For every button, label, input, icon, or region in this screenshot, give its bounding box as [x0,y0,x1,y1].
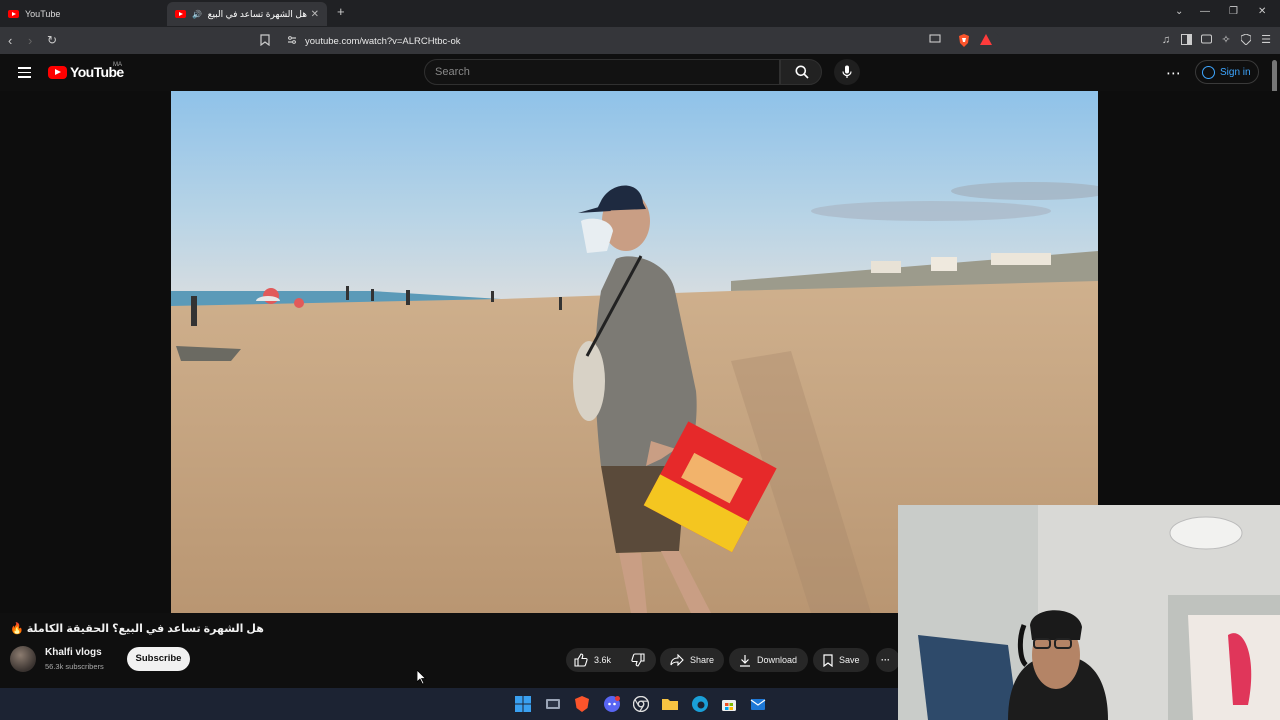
save-label: Save [839,655,860,665]
channel-avatar[interactable] [10,646,36,672]
windows-taskbar [0,688,898,720]
task-view-icon[interactable] [545,696,561,712]
subscriber-count: 56.3k subscribers [45,662,104,671]
subscribe-button[interactable]: Subscribe [127,647,190,671]
sign-in-button[interactable]: Sign in [1195,60,1259,84]
settings-kebab-icon[interactable]: ⋯ [1166,64,1181,82]
tab-title: YouTube [25,9,61,19]
dislike-button[interactable] [631,653,645,667]
share-label: Share [690,655,715,665]
tab-search-icon[interactable]: ⌄ [1175,6,1183,17]
tab-video[interactable]: 🔊 هل الشهرة تساعد في البيع؟ ال ✕ [167,2,327,26]
download-label: Download [757,655,798,665]
store-icon[interactable] [721,696,737,712]
site-settings-icon[interactable] [286,35,298,47]
edge-icon[interactable] [692,696,708,712]
download-button[interactable]: Download [729,648,808,672]
webcam-frame [898,505,1280,720]
account-icon [1202,65,1215,79]
menu-icon[interactable]: ☰ [1260,34,1272,46]
forward-icon[interactable]: › [28,33,32,48]
cast-icon[interactable] [929,34,941,46]
search-box[interactable] [424,59,780,85]
search-icon [795,65,809,79]
sidebar-icon[interactable] [1180,34,1192,46]
mail-icon[interactable] [750,696,766,712]
leo-ai-icon[interactable]: ✧ [1220,34,1232,46]
tab-youtube[interactable]: YouTube [0,2,165,26]
file-explorer-icon[interactable] [662,696,678,712]
url-text: youtube.com/watch?v=ALRCHtbc-ok [305,35,461,47]
brave-icon[interactable] [574,696,590,712]
like-dislike-group: 3.6k [566,648,656,672]
windows-start-icon[interactable] [515,696,531,712]
guide-menu-icon[interactable] [18,67,31,78]
back-icon[interactable]: ‹ [8,33,12,48]
chrome-icon[interactable] [632,695,650,713]
more-actions-button[interactable]: ··· [876,648,900,672]
like-button[interactable] [574,653,588,667]
browser-toolbar: ‹ › ↻ youtube.com/watch?v=ALRCHtbc-ok ♫ … [0,27,1280,54]
discord-icon[interactable] [604,696,620,712]
close-tab-icon[interactable]: ✕ [311,9,319,20]
microphone-icon [842,65,852,78]
brave-shield-icon[interactable] [958,34,970,47]
youtube-logo[interactable]: YouTube MA [48,62,124,80]
youtube-play-icon [48,65,67,79]
reload-icon[interactable]: ↻ [47,33,57,47]
browser-tab-strip: YouTube 🔊 هل الشهرة تساعد في البيع؟ ال ✕… [0,0,1280,27]
brave-rewards-icon[interactable] [980,34,992,46]
save-button[interactable]: Save [813,648,869,672]
tab-title: هل الشهرة تساعد في البيع؟ ال [207,8,307,19]
share-button[interactable]: Share [660,648,724,672]
search-input[interactable] [435,60,755,84]
new-tab-button[interactable]: + [337,4,345,19]
mouse-cursor-icon [417,670,427,685]
youtube-header: YouTube MA ⋯ Sign in [0,54,1280,91]
media-icon[interactable]: ♫ [1160,34,1172,46]
like-count: 3.6k [594,655,612,665]
webcam-overlay [898,505,1280,720]
address-bar[interactable]: youtube.com/watch?v=ALRCHtbc-ok [280,31,1000,51]
search-button[interactable] [780,59,822,85]
channel-name[interactable]: Khalfi vlogs [45,647,102,658]
close-window-icon[interactable]: ✕ [1258,6,1266,17]
vpn-icon[interactable] [1240,33,1252,46]
bookmark-icon[interactable] [259,34,271,47]
thumbs-up-icon [574,653,588,667]
youtube-favicon-icon [175,10,186,18]
wallet-icon[interactable] [1200,34,1212,46]
restore-icon[interactable]: ❐ [1229,6,1238,17]
youtube-favicon-icon [8,10,19,18]
more-icon: ··· [881,655,890,665]
download-icon [740,654,750,667]
thumbs-down-icon [631,653,645,667]
speaker-icon: 🔊 [192,9,202,19]
voice-search-button[interactable] [834,59,860,85]
sign-in-label: Sign in [1220,66,1251,78]
minimize-icon[interactable]: — [1200,6,1210,17]
save-bookmark-icon [823,653,833,667]
country-code: MA [113,62,122,68]
share-icon [670,654,684,666]
video-title: هل الشهرة تساعد في البيع؟ الحقيقة الكامل… [10,623,264,635]
